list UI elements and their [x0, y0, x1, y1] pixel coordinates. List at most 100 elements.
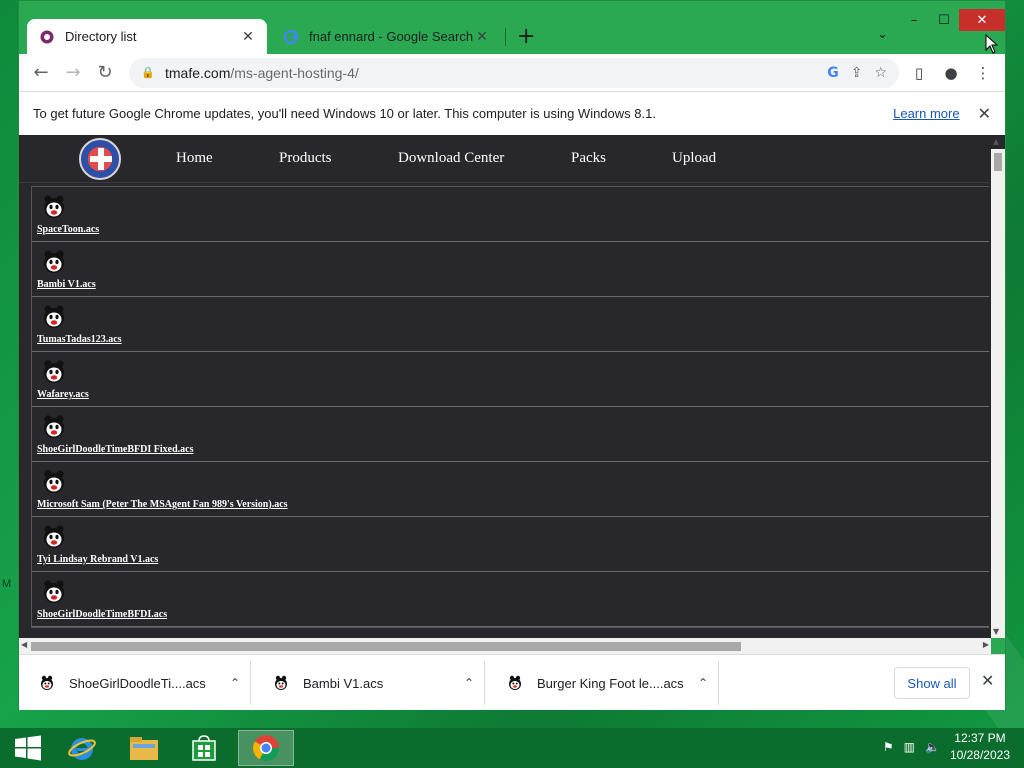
- agent-file-icon: [273, 675, 289, 691]
- file-link[interactable]: Microsoft Sam (Peter The MSAgent Fan 989…: [37, 499, 288, 510]
- google-favicon-icon: [283, 29, 299, 45]
- volume-muted-icon[interactable]: 🔈: [925, 740, 940, 754]
- file-link[interactable]: Wafarey.acs: [37, 389, 89, 400]
- chrome-taskbar-icon[interactable]: [238, 730, 294, 766]
- menu-kebab-icon[interactable]: ⋮: [971, 64, 995, 82]
- scrollbar-thumb[interactable]: [31, 642, 741, 651]
- tab-close-icon[interactable]: ✕: [473, 29, 491, 45]
- tab-title: fnaf ennard - Google Search: [309, 29, 473, 44]
- table-row: SpaceToon.acs: [32, 187, 989, 242]
- lock-icon[interactable]: 🔒: [141, 66, 157, 79]
- download-item[interactable]: ShoeGirlDoodleTi....acs ⌃: [19, 661, 251, 705]
- agent-character-icon[interactable]: [41, 304, 67, 330]
- table-row: TumasTadas123.acs: [32, 297, 989, 352]
- clock-date: 10/28/2023: [949, 748, 1010, 762]
- table-row: Bambi V1.acs: [32, 242, 989, 297]
- learn-more-link[interactable]: Learn more: [893, 106, 959, 121]
- download-item[interactable]: Bambi V1.acs ⌃: [253, 661, 485, 705]
- windows-start-icon[interactable]: [0, 730, 56, 766]
- reload-icon[interactable]: ↻: [89, 57, 121, 89]
- site-navbar: Home Products Download Center Packs Uplo…: [19, 135, 989, 183]
- share-icon[interactable]: ⇪: [851, 65, 863, 81]
- action-center-flag-icon[interactable]: ⚑: [883, 740, 894, 754]
- agent-character-icon[interactable]: [41, 249, 67, 275]
- web-page: Home Products Download Center Packs Uplo…: [19, 135, 1005, 638]
- browser-toolbar: ← → ↻ 🔒 tmafe.com/ms-agent-hosting-4/ G …: [19, 54, 1005, 91]
- address-bar[interactable]: 🔒 tmafe.com/ms-agent-hosting-4/ G ⇪ ☆: [129, 57, 899, 88]
- tab-title: Directory list: [65, 29, 137, 44]
- file-explorer-icon[interactable]: [116, 730, 172, 766]
- maximize-button[interactable]: ☐: [929, 9, 959, 31]
- downloads-bar: ShoeGirlDoodleTi....acs ⌃ Bambi V1.acs ⌃…: [19, 654, 1005, 710]
- agent-character-icon[interactable]: [41, 414, 67, 440]
- windows-store-icon[interactable]: [176, 730, 232, 766]
- network-icon[interactable]: ▥: [904, 740, 915, 754]
- desktop-edge-text: M: [2, 578, 12, 590]
- download-filename: Burger King Foot le....acs: [537, 675, 684, 691]
- nav-upload[interactable]: Upload: [672, 150, 716, 167]
- table-row: Microsoft Sam (Peter The MSAgent Fan 989…: [32, 462, 989, 517]
- chrome-window: – ☐ ✕ Directory list ✕ fnaf ennard - Goo…: [18, 0, 1006, 710]
- update-infobar: To get future Google Chrome updates, you…: [19, 91, 1005, 135]
- google-lens-icon[interactable]: G: [827, 65, 839, 81]
- downloads-close-icon[interactable]: ✕: [981, 671, 994, 690]
- close-window-button[interactable]: ✕: [959, 9, 1005, 31]
- site-logo[interactable]: [79, 138, 121, 180]
- agent-file-icon: [39, 675, 55, 691]
- site-favicon-icon: [39, 29, 55, 45]
- omnibox-actions: G ⇪ ☆: [827, 65, 899, 81]
- tab-directory-list[interactable]: Directory list ✕: [27, 19, 267, 54]
- nav-packs[interactable]: Packs: [571, 150, 606, 167]
- vertical-scrollbar[interactable]: ▲ ▼: [991, 137, 1005, 638]
- file-link[interactable]: Tyi Lindsay Rebrand V1.acs: [37, 554, 158, 565]
- tab-search-chevron-icon[interactable]: ⌄: [877, 27, 888, 42]
- show-all-downloads-button[interactable]: Show all: [894, 667, 970, 699]
- toolbar-right: ▯ ● ⋮: [907, 64, 995, 82]
- scroll-right-arrow-icon[interactable]: ▶: [983, 640, 989, 649]
- url-path: /ms-agent-hosting-4/: [230, 64, 359, 81]
- scroll-up-arrow-icon[interactable]: ▲: [993, 137, 999, 146]
- system-tray: ⚑ ▥ 🔈 12:37 PM 10/28/2023: [883, 730, 1010, 764]
- agent-character-icon[interactable]: [41, 359, 67, 385]
- nav-home[interactable]: Home: [176, 150, 213, 167]
- file-link[interactable]: TumasTadas123.acs: [37, 334, 122, 345]
- scroll-left-arrow-icon[interactable]: ◀: [21, 640, 27, 649]
- file-link[interactable]: SpaceToon.acs: [37, 224, 99, 235]
- table-row: Tyi Lindsay Rebrand V1.acs: [32, 517, 989, 572]
- profile-avatar-icon[interactable]: ●: [939, 64, 963, 82]
- chevron-up-icon[interactable]: ⌃: [220, 676, 250, 690]
- clock-time: 12:37 PM: [954, 731, 1006, 745]
- horizontal-scrollbar[interactable]: ◀ ▶: [19, 638, 991, 654]
- taskbar-clock[interactable]: 12:37 PM 10/28/2023: [950, 730, 1010, 764]
- scrollbar-thumb[interactable]: [994, 153, 1002, 171]
- new-tab-button[interactable]: +: [517, 24, 535, 49]
- url-host: tmafe.com: [165, 64, 231, 81]
- bookmark-star-icon[interactable]: ☆: [874, 65, 887, 81]
- file-link[interactable]: ShoeGirlDoodleTimeBFDI.acs: [37, 609, 167, 620]
- agent-file-icon: [507, 675, 523, 691]
- internet-explorer-icon[interactable]: [54, 730, 110, 766]
- table-row: Wafarey.acs: [32, 352, 989, 407]
- nav-download-center[interactable]: Download Center: [398, 150, 504, 167]
- tab-separator: [505, 28, 506, 46]
- infobar-close-icon[interactable]: ✕: [978, 104, 991, 123]
- mouse-cursor-icon: [985, 34, 999, 54]
- tab-close-icon[interactable]: ✕: [239, 29, 257, 45]
- file-link[interactable]: Bambi V1.acs: [37, 279, 96, 290]
- forward-arrow-icon[interactable]: →: [57, 57, 89, 89]
- chevron-up-icon[interactable]: ⌃: [454, 676, 484, 690]
- chevron-up-icon[interactable]: ⌃: [688, 676, 718, 690]
- nav-products[interactable]: Products: [279, 150, 332, 167]
- side-panel-icon[interactable]: ▯: [907, 64, 931, 82]
- agent-character-icon[interactable]: [41, 194, 67, 220]
- file-link[interactable]: ShoeGirlDoodleTimeBFDI Fixed.acs: [37, 444, 193, 455]
- tab-google-search[interactable]: fnaf ennard - Google Search ✕: [271, 19, 501, 54]
- download-item[interactable]: Burger King Foot le....acs ⌃: [487, 661, 719, 705]
- back-arrow-icon[interactable]: ←: [25, 57, 57, 89]
- infobar-message: To get future Google Chrome updates, you…: [33, 106, 656, 121]
- agent-file-list: SpaceToon.acs Bambi V1.acs TumasTadas123.a…: [31, 186, 989, 628]
- agent-character-icon[interactable]: [41, 469, 67, 495]
- agent-character-icon[interactable]: [41, 579, 67, 605]
- agent-character-icon[interactable]: [41, 524, 67, 550]
- scroll-down-arrow-icon[interactable]: ▼: [993, 627, 999, 636]
